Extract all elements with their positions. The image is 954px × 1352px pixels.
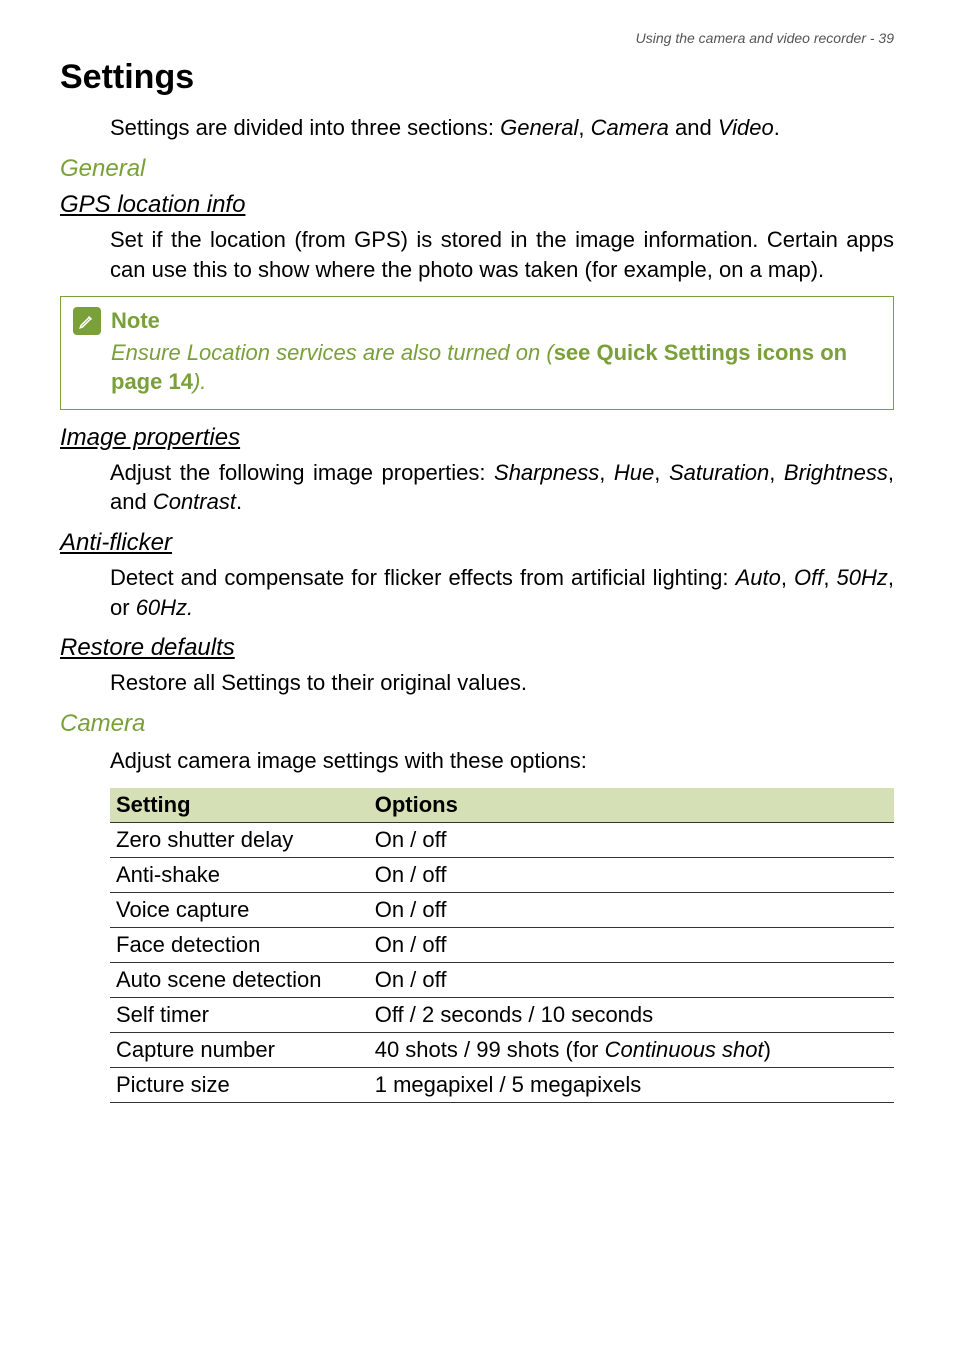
af-prefix: Detect and compensate for flicker effect…	[110, 565, 736, 590]
ip-brightness: Brightness	[784, 460, 888, 485]
intro-sep2: and	[669, 115, 718, 140]
af-60hz: 60Hz.	[136, 595, 193, 620]
anti-flicker-body: Detect and compensate for flicker effect…	[110, 563, 894, 622]
cell-setting: Face detection	[110, 927, 369, 962]
subheading-anti-flicker: Anti-flicker	[60, 529, 894, 557]
intro-text: Settings are divided into three sections…	[110, 115, 894, 141]
table-row: Picture size 1 megapixel / 5 megapixels	[110, 1067, 894, 1102]
subheading-gps: GPS location info	[60, 191, 894, 219]
ip-prefix: Adjust the following image properties:	[110, 460, 494, 485]
table-row: Capture number 40 shots / 99 shots (for …	[110, 1032, 894, 1067]
col-header-options: Options	[369, 788, 894, 823]
note-title-row: Note	[73, 307, 881, 335]
intro-camera: Camera	[591, 115, 669, 140]
table-header-row: Setting Options	[110, 788, 894, 823]
col-header-setting: Setting	[110, 788, 369, 823]
cell-options: On / off	[369, 892, 894, 927]
cell-setting: Capture number	[110, 1032, 369, 1067]
camera-settings-table: Setting Options Zero shutter delay On / …	[110, 788, 894, 1103]
pencil-icon	[73, 307, 101, 335]
section-general: General	[60, 155, 894, 183]
ip-suffix: .	[236, 489, 242, 514]
subheading-image-properties: Image properties	[60, 424, 894, 452]
cell-options: 1 megapixel / 5 megapixels	[369, 1067, 894, 1102]
cell-setting: Anti-shake	[110, 857, 369, 892]
intro-sep1: ,	[578, 115, 590, 140]
cell-setting: Picture size	[110, 1067, 369, 1102]
cell-setting: Voice capture	[110, 892, 369, 927]
ip-saturation: Saturation	[669, 460, 769, 485]
ip-s3: ,	[769, 460, 784, 485]
table-row: Voice capture On / off	[110, 892, 894, 927]
intro-video: Video	[718, 115, 774, 140]
af-s1: ,	[781, 565, 794, 590]
ip-sharpness: Sharpness	[494, 460, 599, 485]
cell-setting: Self timer	[110, 997, 369, 1032]
af-auto: Auto	[736, 565, 781, 590]
note-suffix: ).	[193, 369, 206, 394]
cell-options: On / off	[369, 927, 894, 962]
restore-body: Restore all Settings to their original v…	[110, 668, 894, 698]
cell-setting: Auto scene detection	[110, 962, 369, 997]
table-row: Face detection On / off	[110, 927, 894, 962]
capture-suffix: )	[764, 1037, 771, 1062]
intro-general: General	[500, 115, 578, 140]
af-s2: ,	[823, 565, 836, 590]
ip-hue: Hue	[614, 460, 654, 485]
note-body: Ensure Location services are also turned…	[111, 339, 881, 396]
cell-options: On / off	[369, 857, 894, 892]
ip-s2: ,	[654, 460, 669, 485]
running-header: Using the camera and video recorder - 39	[60, 30, 894, 46]
section-camera: Camera	[60, 710, 894, 738]
cell-options: 40 shots / 99 shots (for Continuous shot…	[369, 1032, 894, 1067]
table-row: Zero shutter delay On / off	[110, 822, 894, 857]
table-row: Auto scene detection On / off	[110, 962, 894, 997]
capture-italic: Continuous shot	[605, 1037, 764, 1062]
note-title: Note	[111, 308, 160, 334]
table-row: Self timer Off / 2 seconds / 10 seconds	[110, 997, 894, 1032]
cell-setting: Zero shutter delay	[110, 822, 369, 857]
cell-options: Off / 2 seconds / 10 seconds	[369, 997, 894, 1032]
table-row: Anti-shake On / off	[110, 857, 894, 892]
ip-s1: ,	[599, 460, 614, 485]
intro-prefix: Settings are divided into three sections…	[110, 115, 500, 140]
note-prefix: Ensure Location services are also turned…	[111, 340, 554, 365]
page-title: Settings	[60, 58, 894, 97]
camera-intro: Adjust camera image settings with these …	[110, 746, 894, 776]
intro-suffix: .	[774, 115, 780, 140]
cell-options: On / off	[369, 962, 894, 997]
capture-prefix: 40 shots / 99 shots (for	[375, 1037, 605, 1062]
image-props-body: Adjust the following image properties: S…	[110, 458, 894, 517]
ip-contrast: Contrast	[153, 489, 236, 514]
af-50hz: 50Hz	[837, 565, 888, 590]
note-box: Note Ensure Location services are also t…	[60, 296, 894, 409]
gps-body: Set if the location (from GPS) is stored…	[110, 225, 894, 284]
subheading-restore-defaults: Restore defaults	[60, 634, 894, 662]
cell-options: On / off	[369, 822, 894, 857]
af-off: Off	[794, 565, 823, 590]
